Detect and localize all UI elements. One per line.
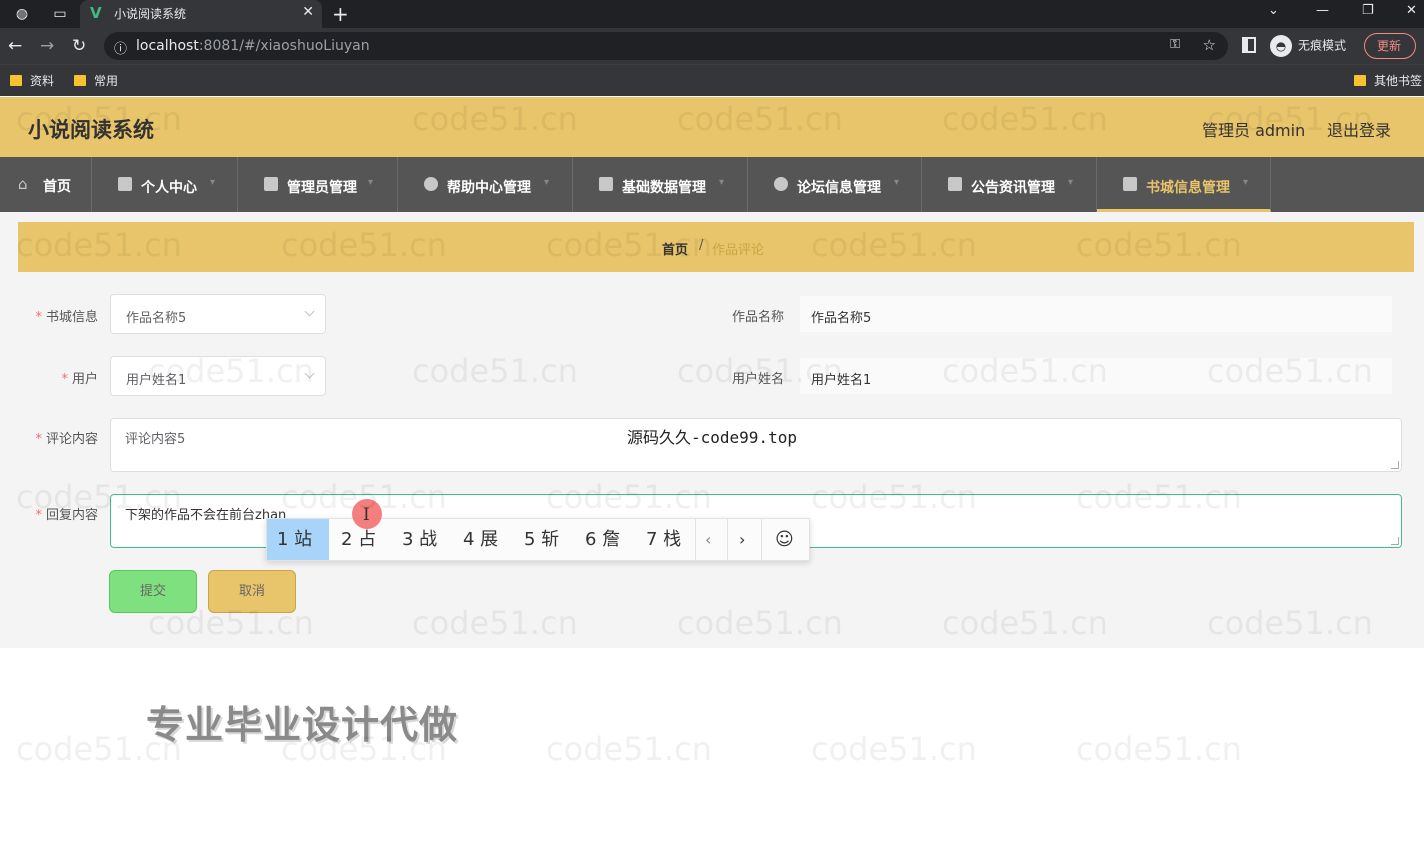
ime-candidate[interactable]: 5 斩: [514, 519, 569, 560]
monitor-icon: [599, 177, 613, 191]
user-name-label: 用户姓名: [731, 372, 784, 387]
ime-candidate[interactable]: 6 詹: [575, 519, 630, 560]
emoji-icon[interactable]: ☺: [775, 519, 794, 560]
reload-icon[interactable]: ↻: [72, 36, 86, 56]
breadcrumb-home[interactable]: 首页: [662, 239, 688, 258]
overlay-watermark-text: 源码久久-code99.top: [627, 428, 797, 447]
clock-icon: [424, 177, 438, 191]
home-icon: ⌂: [18, 175, 28, 193]
breadcrumb-separator: /: [699, 238, 704, 253]
folder-icon: [10, 75, 22, 86]
work-name-field[interactable]: 作品名称5: [800, 296, 1392, 332]
ime-candidate-bar: 1 站 2 占 3 战 4 展 5 斩 6 詹 7 栈 ‹ › ☺: [266, 518, 810, 561]
browser-tab[interactable]: V 小说阅读系统 ✕: [80, 0, 322, 28]
globe-icon[interactable]: ◍: [12, 4, 32, 24]
folder-icon: [1354, 75, 1366, 86]
user-name-field[interactable]: 用户姓名1: [800, 358, 1392, 394]
chevron-down-icon[interactable]: ⌄: [1268, 3, 1279, 18]
ime-candidate[interactable]: 1 站: [267, 519, 329, 560]
app-header: 小说阅读系统 管理员 admin 退出登录: [0, 97, 1424, 157]
address-bar[interactable]: ⓘ localhost:8081/#/xiaoshuoLiuyan ⚿ ☆: [104, 32, 1228, 60]
screen: ◍ ▭ V 小说阅读系统 ✕ + ⌄ — ❐ ✕ ← → ↻ ⓘ localho…: [0, 0, 1424, 848]
bookmark-folder[interactable]: 常用: [74, 72, 118, 89]
nav-item-notice[interactable]: 公告资讯管理 ▾: [922, 157, 1097, 212]
chevron-down-icon: ▾: [544, 177, 550, 188]
promo-text: 专业毕业设计代做: [146, 703, 459, 747]
url-text[interactable]: localhost:8081/#/xiaoshuoLiuyan: [136, 38, 370, 54]
chevron-down-icon: ▾: [368, 177, 374, 188]
restore-icon[interactable]: ❐: [1362, 3, 1374, 18]
nav-item-help[interactable]: 帮助中心管理 ▾: [398, 157, 573, 212]
chevron-left-icon[interactable]: ‹: [705, 519, 711, 560]
work-name-label: 作品名称: [731, 310, 784, 325]
nav-item-personal[interactable]: 个人中心 ▾: [92, 157, 238, 212]
bookmark-folder-other[interactable]: 其他书签: [1354, 72, 1422, 89]
globe-icon: [774, 177, 788, 191]
user-icon: [118, 177, 132, 191]
book-select[interactable]: 作品名称5: [110, 294, 326, 334]
resize-handle[interactable]: [1391, 537, 1399, 545]
reply-label: * 回复内容: [35, 508, 98, 523]
nav-item-admin[interactable]: 管理员管理 ▾: [238, 157, 398, 212]
new-tab-icon[interactable]: +: [332, 2, 349, 26]
watermark: code51.cn: [1076, 730, 1242, 768]
chevron-down-icon: [304, 368, 315, 379]
watermark: code51.cn: [811, 730, 977, 768]
book-label: * 书城信息: [35, 310, 98, 325]
forward-icon[interactable]: →: [40, 36, 54, 56]
folder-icon: [74, 75, 86, 86]
close-icon[interactable]: ✕: [302, 4, 314, 20]
key-icon[interactable]: ⚿: [1170, 37, 1180, 52]
star-icon[interactable]: ☆: [1203, 36, 1216, 54]
submit-button[interactable]: 提交: [109, 570, 197, 613]
minimize-icon[interactable]: —: [1316, 3, 1329, 18]
document-icon: [948, 177, 962, 191]
chevron-down-icon: ▾: [1243, 177, 1249, 188]
user-select[interactable]: 用户姓名1: [110, 356, 326, 396]
user-label: * 用户: [61, 372, 98, 387]
chevron-down-icon: ▾: [719, 177, 725, 188]
nav-item-forum[interactable]: 论坛信息管理 ▾: [748, 157, 922, 212]
chevron-down-icon: ▾: [894, 177, 900, 188]
chevron-down-icon: ▾: [210, 177, 216, 188]
main-nav: ⌂ 首页 个人中心 ▾ 管理员管理 ▾ 帮助中心管理 ▾ 基础数据管理 ▾ 论坛…: [0, 157, 1424, 212]
admin-label: 管理员 admin: [1202, 121, 1306, 140]
tab-title: 小说阅读系统: [114, 7, 187, 21]
ime-candidate[interactable]: 7 栈: [636, 519, 691, 560]
browser-toolbar: ← → ↻ ⓘ localhost:8081/#/xiaoshuoLiuyan …: [0, 28, 1424, 64]
browser-tab-bar: ◍ ▭ V 小说阅读系统 ✕ + ⌄ — ❐ ✕: [0, 0, 1424, 28]
back-icon[interactable]: ←: [8, 36, 22, 56]
comment-label: * 评论内容: [35, 432, 98, 447]
side-panel-icon[interactable]: [1242, 37, 1256, 53]
logout-link[interactable]: 退出登录: [1327, 117, 1391, 141]
chevron-right-icon[interactable]: ›: [739, 519, 745, 560]
nav-item-home[interactable]: ⌂ 首页: [0, 157, 92, 212]
breadcrumb: 首页 / 作品评论: [18, 222, 1414, 272]
resize-handle[interactable]: [1391, 461, 1399, 469]
tab-search-icon[interactable]: ▭: [50, 4, 70, 24]
cancel-button[interactable]: 取消: [208, 570, 296, 613]
window-close-icon[interactable]: ✕: [1406, 3, 1417, 18]
nav-item-bookstore[interactable]: 书城信息管理 ▾: [1097, 157, 1271, 212]
info-icon[interactable]: ⓘ: [114, 38, 127, 57]
app-title: 小说阅读系统: [28, 118, 154, 142]
text-cursor-icon: I: [363, 505, 370, 525]
ime-candidate[interactable]: 3 战: [392, 519, 447, 560]
monitor-icon: [1123, 177, 1137, 191]
incognito-indicator[interactable]: ◓ 无痕模式: [1270, 35, 1346, 57]
vue-logo-icon: V: [90, 4, 102, 22]
chevron-down-icon: [304, 306, 315, 317]
bookmarks-bar: 资料 常用 其他书签: [0, 64, 1424, 96]
watermark: code51.cn: [546, 730, 712, 768]
bookmark-folder[interactable]: 资料: [10, 72, 54, 89]
breadcrumb-current: 作品评论: [712, 243, 765, 258]
chevron-down-icon: ▾: [1068, 177, 1074, 188]
admin-icon: [264, 177, 278, 191]
nav-item-basic-data[interactable]: 基础数据管理 ▾: [573, 157, 748, 212]
ime-candidate[interactable]: 4 展: [453, 519, 508, 560]
incognito-icon: ◓: [1270, 35, 1292, 57]
update-button[interactable]: 更新: [1364, 33, 1416, 59]
